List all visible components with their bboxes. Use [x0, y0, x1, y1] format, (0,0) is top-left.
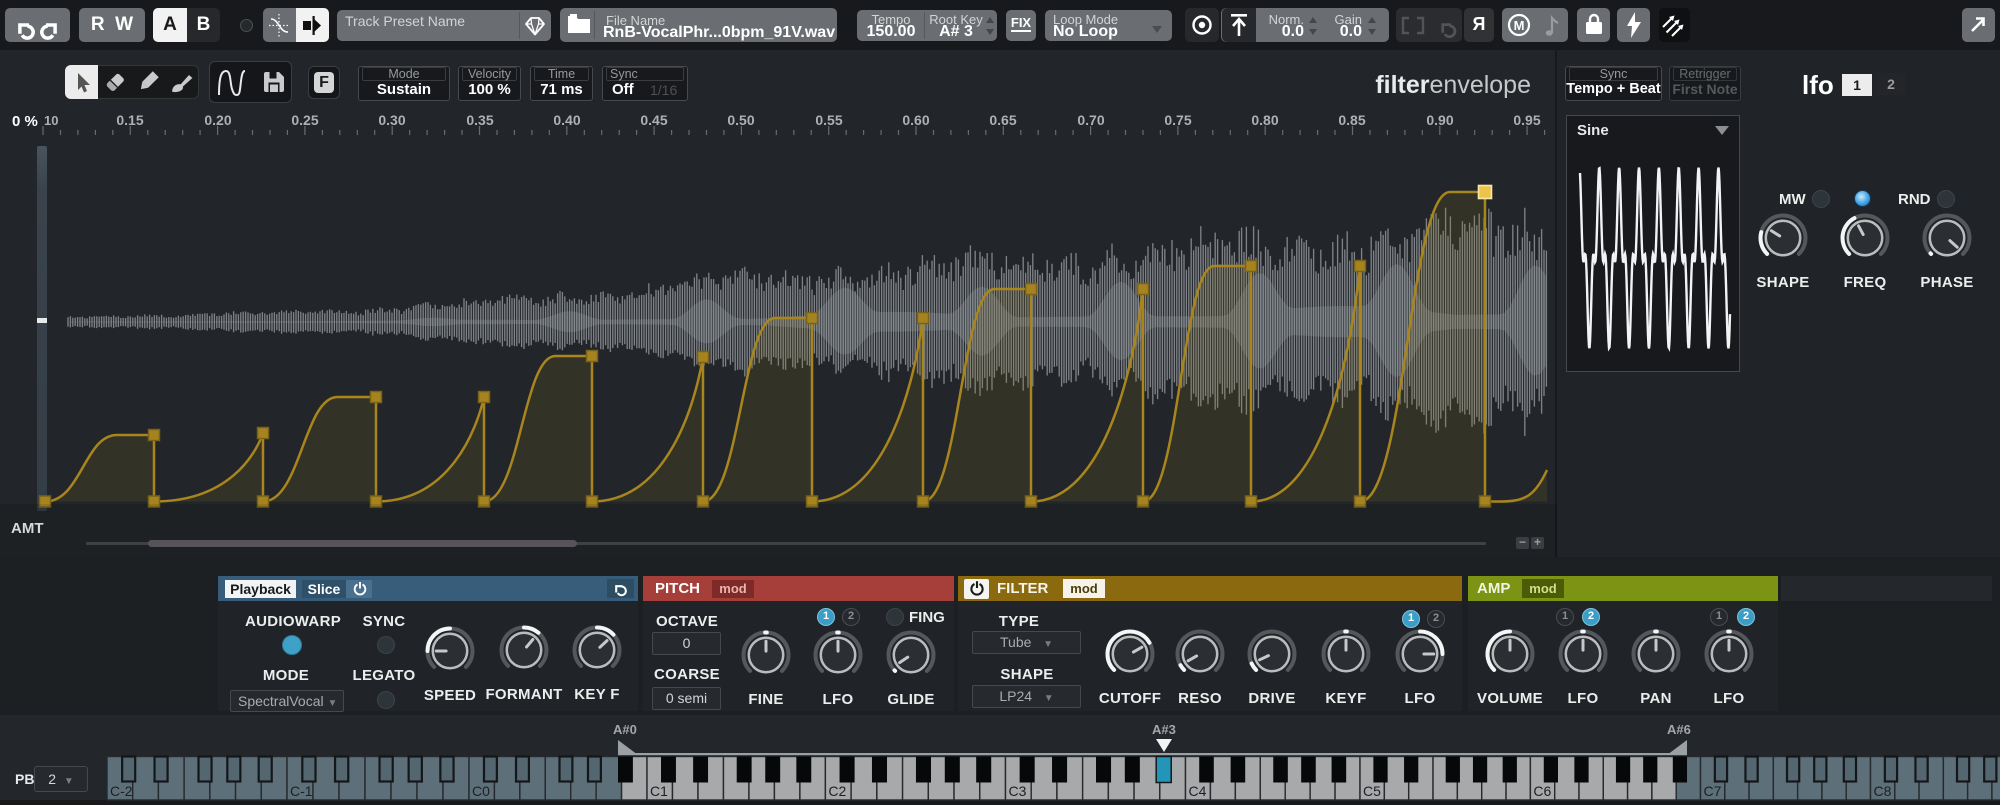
svg-text:C5: C5 [1363, 783, 1381, 799]
svg-text:C7: C7 [1704, 783, 1722, 799]
svg-text:C4: C4 [1189, 783, 1207, 799]
svg-text:C-2: C-2 [110, 783, 133, 799]
svg-text:C1: C1 [650, 783, 668, 799]
svg-text:C6: C6 [1533, 783, 1551, 799]
svg-text:C2: C2 [828, 783, 846, 799]
svg-text:C-1: C-1 [290, 783, 313, 799]
svg-text:C3: C3 [1009, 783, 1027, 799]
svg-text:C8: C8 [1874, 783, 1892, 799]
svg-text:C0: C0 [472, 783, 490, 799]
